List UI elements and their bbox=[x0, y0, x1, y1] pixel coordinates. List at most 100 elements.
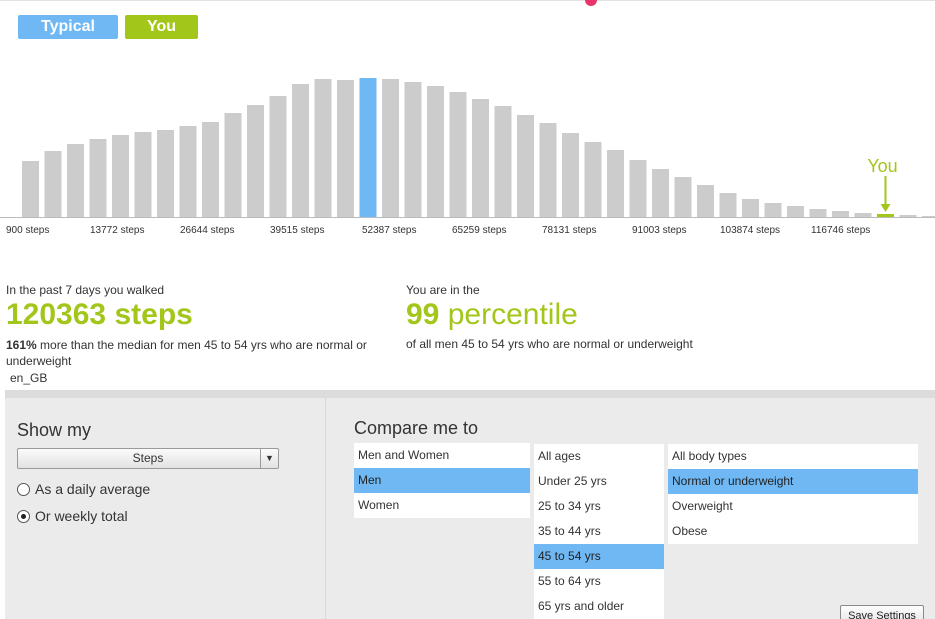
radio-daily-average[interactable]: As a daily average bbox=[17, 481, 150, 497]
bar bbox=[157, 130, 174, 217]
bar bbox=[134, 132, 152, 217]
bar bbox=[629, 160, 647, 217]
bar bbox=[247, 105, 264, 217]
median-comparison: 161% more than the median for men 45 to … bbox=[6, 337, 386, 369]
bar bbox=[517, 115, 534, 217]
bar bbox=[832, 211, 849, 217]
tick-label: 103874 steps bbox=[720, 225, 780, 236]
bar bbox=[899, 215, 917, 217]
left-intro: In the past 7 days you walked bbox=[6, 283, 165, 297]
show-my-title: Show my bbox=[17, 420, 92, 440]
age-item[interactable]: 55 to 64 yrs bbox=[534, 569, 664, 594]
locale-text: en_GB bbox=[10, 371, 48, 385]
bar bbox=[89, 139, 107, 217]
bar bbox=[562, 133, 579, 217]
age-item[interactable]: 35 to 44 yrs bbox=[534, 519, 664, 544]
steps-total: 120363 steps bbox=[6, 298, 193, 332]
bar bbox=[337, 80, 354, 217]
age-item[interactable]: 25 to 34 yrs bbox=[534, 494, 664, 519]
tick-label: 65259 steps bbox=[452, 225, 507, 236]
median-percent: 161% bbox=[6, 338, 37, 352]
radio-daily-icon[interactable] bbox=[17, 482, 30, 496]
bar bbox=[112, 135, 129, 217]
bar bbox=[44, 151, 62, 217]
panel-divider bbox=[325, 398, 326, 619]
body-type-item[interactable]: Obese bbox=[668, 519, 918, 544]
bar bbox=[809, 209, 827, 217]
bar bbox=[584, 142, 602, 217]
tick-label: 116746 steps bbox=[811, 225, 870, 236]
percentile-value: 99 bbox=[406, 298, 440, 331]
legend-typical[interactable]: Typical bbox=[18, 15, 118, 39]
steps-distribution-chart: You 900 steps 13772 steps 26644 steps 39515 … bbox=[0, 78, 935, 236]
body-type-item[interactable]: Overweight bbox=[668, 494, 918, 519]
bar bbox=[224, 113, 242, 217]
body-type-list: All body types Normal or underweight Overw… bbox=[668, 444, 918, 544]
gender-item[interactable]: Men and Women bbox=[354, 443, 530, 468]
bar bbox=[292, 84, 309, 217]
bar bbox=[67, 144, 84, 217]
bar bbox=[472, 99, 489, 217]
metric-select-value: Steps bbox=[132, 451, 164, 465]
median-desc: more than the median for men 45 to 54 yr… bbox=[6, 338, 367, 368]
metric-select[interactable]: Steps ▼ bbox=[17, 448, 279, 469]
tick-label: 52387 steps bbox=[362, 225, 417, 236]
tick-label: 39515 steps bbox=[270, 225, 325, 236]
arrow-down-icon bbox=[880, 204, 891, 212]
age-item[interactable]: 45 to 54 yrs bbox=[534, 544, 664, 569]
bar bbox=[449, 92, 467, 217]
compare-title: Compare me to bbox=[354, 418, 479, 438]
age-item[interactable]: Under 25 yrs bbox=[534, 469, 664, 494]
bar-you bbox=[877, 214, 894, 217]
body-type-item[interactable]: Normal or underweight bbox=[668, 469, 918, 494]
tick-label: 26644 steps bbox=[180, 225, 235, 236]
steps-value: 120363 bbox=[6, 298, 107, 331]
bar-typical bbox=[359, 78, 377, 217]
radio-daily-label: As a daily average bbox=[35, 481, 151, 497]
tick-label: 13772 steps bbox=[90, 225, 145, 236]
bar bbox=[854, 213, 872, 217]
bar bbox=[697, 185, 714, 217]
gender-list: Men and Women Men Women bbox=[354, 443, 530, 518]
bar bbox=[382, 79, 399, 217]
radio-weekly-label: Or weekly total bbox=[35, 508, 128, 524]
legend-you[interactable]: You bbox=[125, 15, 198, 39]
bar bbox=[494, 106, 512, 217]
bar bbox=[269, 96, 287, 217]
bar bbox=[719, 193, 737, 217]
bar bbox=[787, 206, 804, 217]
radio-weekly-total[interactable]: Or weekly total bbox=[17, 508, 128, 524]
top-divider bbox=[0, 0, 935, 1]
gender-item[interactable]: Men bbox=[354, 468, 530, 493]
bar bbox=[652, 169, 669, 217]
radio-weekly-icon[interactable] bbox=[17, 509, 30, 523]
you-annotation: You bbox=[867, 156, 897, 176]
bar bbox=[179, 126, 197, 217]
percentile-desc: of all men 45 to 54 yrs who are normal o… bbox=[406, 337, 693, 351]
body-type-item[interactable]: All body types bbox=[668, 444, 918, 469]
age-item[interactable]: 65 yrs and older bbox=[534, 594, 664, 619]
age-item[interactable]: All ages bbox=[534, 444, 664, 469]
bar bbox=[764, 203, 782, 217]
bar bbox=[427, 86, 444, 217]
bar bbox=[922, 216, 935, 217]
page-marker-icon bbox=[585, 0, 597, 6]
tick-label: 78131 steps bbox=[542, 225, 597, 236]
bar bbox=[314, 79, 332, 217]
bar bbox=[539, 123, 557, 217]
tick-label: 91003 steps bbox=[632, 225, 687, 236]
percentile-total: 99 percentile bbox=[406, 298, 578, 332]
right-intro: You are in the bbox=[406, 283, 480, 297]
percentile-unit: percentile bbox=[447, 298, 578, 331]
bar bbox=[22, 161, 39, 217]
gender-item[interactable]: Women bbox=[354, 493, 530, 518]
age-list: All ages Under 25 yrs 25 to 34 yrs 35 to 44… bbox=[534, 444, 664, 619]
save-settings-button[interactable]: Save Settings bbox=[840, 605, 924, 619]
chevron-down-icon[interactable]: ▼ bbox=[260, 449, 278, 468]
steps-unit: steps bbox=[114, 298, 193, 331]
bar bbox=[404, 82, 422, 217]
bar bbox=[202, 122, 219, 217]
bar bbox=[607, 150, 624, 217]
bar bbox=[674, 177, 692, 217]
tick-label: 900 steps bbox=[6, 225, 49, 236]
